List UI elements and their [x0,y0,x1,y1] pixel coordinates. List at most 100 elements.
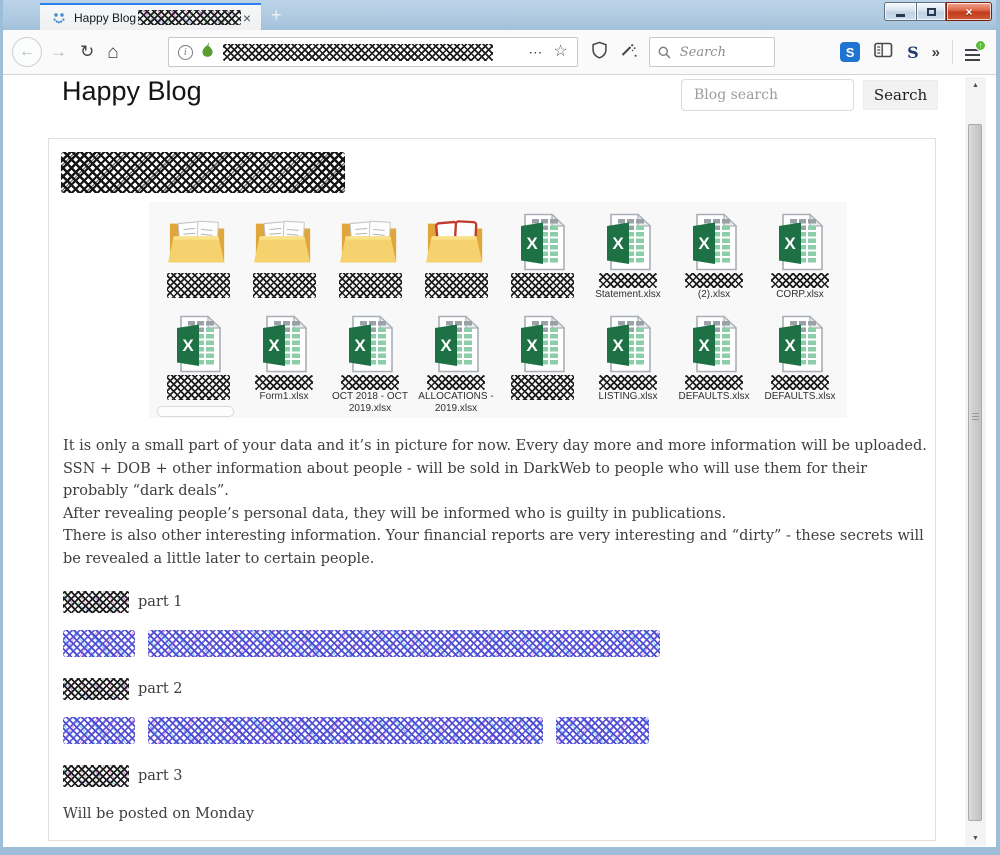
redacted-file-name [252,273,316,298]
refresh-icon: ↻ [80,42,95,61]
minimize-button[interactable] [884,2,916,21]
svg-text:X: X [612,234,624,253]
scroll-up-icon[interactable]: ▲ [965,82,986,89]
site-info-icon[interactable]: i [177,44,193,60]
search-icon [658,46,671,59]
file-item: X Form1.xlsx [241,313,327,415]
part-label: part 3 [138,768,183,784]
file-name: (2).xlsx [697,289,731,300]
scrollbar-thumb[interactable] [968,124,982,821]
window-controls: × [884,2,992,21]
file-name: DEFAULTS.xlsx [678,391,750,402]
redacted-file-name [771,273,829,288]
redacted-download-link[interactable] [63,717,923,744]
svg-text:X: X [612,336,624,355]
redacted-url[interactable] [222,43,493,61]
file-item: X [499,313,585,415]
redacted-file-name [685,375,743,390]
title-bar[interactable]: Happy Blog × + × [3,0,996,30]
file-name: Form1.xlsx [259,391,309,402]
extension-s-blue-icon[interactable]: S [840,42,861,62]
excel-file-icon: X [691,313,738,373]
file-name: Statement.xlsx [595,289,661,300]
part-label: part 2 [138,681,183,697]
file-name: CORP.xlsx [776,289,824,300]
post-body-text: It is only a small part of your data and… [63,438,927,567]
forward-button[interactable]: → [50,42,67,62]
extension-s-navy-icon[interactable]: S [907,43,919,62]
toolbar-separator [952,40,953,64]
redacted-file-name [510,375,574,400]
address-bar[interactable]: i ⋯ ☆ [167,37,578,67]
browser-search-input[interactable] [677,43,758,61]
excel-file-icon: X [519,313,566,373]
file-item: X ALLOCATIONS - 2019.xlsx [413,313,499,415]
svg-text:X: X [268,336,280,355]
folder-icon [167,211,229,271]
excel-file-icon: X [777,211,824,271]
close-button[interactable]: × [946,2,992,21]
browser-tab[interactable]: Happy Blog × [40,3,261,30]
folder-icon: Of z [425,211,487,271]
file-name: OCT 2018 - OCT 2019.xlsx [332,391,408,414]
svg-text:X: X [784,336,796,355]
part-label: part 1 [138,594,183,610]
refresh-button[interactable]: ↻ [80,42,94,62]
maximize-button[interactable] [916,2,946,21]
file-item: X [155,313,241,415]
redacted-file-name [338,273,402,298]
shield-icon[interactable] [591,41,608,64]
screenshots-wand-icon[interactable] [620,42,637,63]
menu-button[interactable]: ↑ [965,40,986,61]
favicon-smiley-icon [51,10,67,26]
redacted-file-name [341,375,399,390]
overflow-chevron-icon[interactable]: » [932,44,940,61]
svg-text:X: X [526,336,538,355]
new-tab-button[interactable]: + [271,5,282,26]
scrollbar-grip [972,411,979,420]
svg-text:X: X [182,336,194,355]
file-item: X LISTING.xlsx [585,313,671,415]
blog-search-button[interactable]: Search [863,80,938,110]
redacted-file-name [685,273,743,288]
bookmark-star-icon[interactable]: ☆ [553,44,567,60]
leaked-files-image: Of z [149,202,847,418]
folder-icon [339,211,401,271]
blog-search-input[interactable] [681,79,854,111]
vertical-scrollbar[interactable]: ▲ ▼ [965,77,986,846]
tab-title: Happy Blog [74,10,137,25]
redacted-file-name [510,273,574,298]
scroll-down-icon[interactable]: ▼ [965,835,986,842]
image-ui-fragment [157,406,234,417]
excel-file-icon: X [261,313,308,373]
folder-icon [253,211,315,271]
svg-text:X: X [698,336,710,355]
svg-text:X: X [354,336,366,355]
back-button[interactable]: ← [12,37,42,67]
file-item [327,211,413,313]
browser-window: Happy Blog × + × ← → ↻ ⌂ i ⋯ ☆ Search S … [3,0,996,847]
redacted-post-title [61,152,345,193]
page-actions-icon[interactable]: ⋯ [528,44,543,61]
sidebar-icon[interactable] [874,42,893,63]
file-item: X Statement.xlsx [585,211,671,313]
browser-search-bar[interactable] [648,37,775,67]
page-viewport: Happy Blog Search [3,76,996,847]
blog-post-card: Of z [48,138,936,841]
toolbar-extensions: S S » ↑ [840,40,996,64]
home-button[interactable]: ⌂ [107,43,118,62]
redacted-file-name [599,375,657,390]
redacted-download-link[interactable] [63,630,923,657]
file-name: ALLOCATIONS - 2019.xlsx [418,391,494,414]
tab-close-icon[interactable]: × [241,11,253,25]
redacted-file-name [427,375,485,390]
maximize-icon [926,7,936,16]
redacted-tab-title [138,10,241,25]
file-grid: Of z [155,211,847,415]
redacted-part-name [63,765,129,787]
file-item: X (2).xlsx [671,211,757,313]
file-item: Of z [413,211,499,313]
file-name: DEFAULTS.xlsx [764,391,836,402]
svg-text:X: X [440,336,452,355]
home-icon: ⌂ [107,41,119,63]
